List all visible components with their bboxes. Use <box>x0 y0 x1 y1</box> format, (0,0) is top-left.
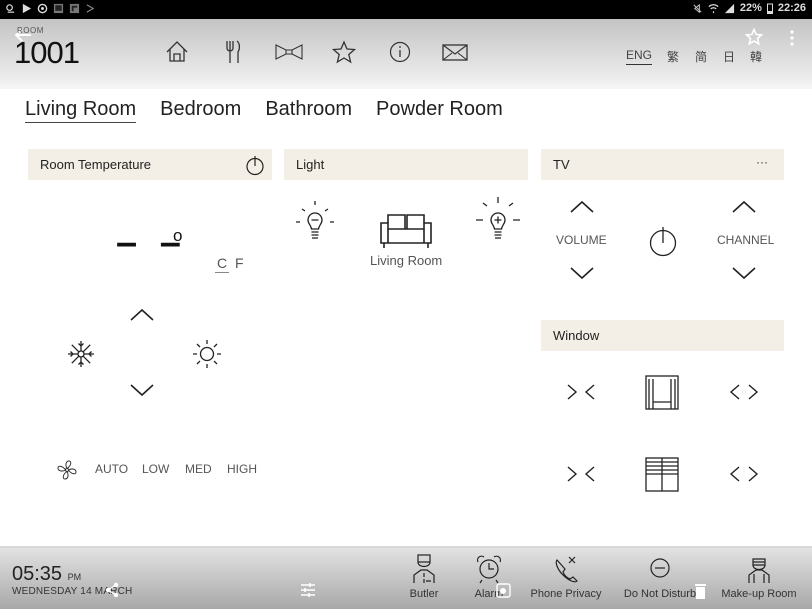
lang-eng[interactable]: ENG <box>626 48 653 65</box>
signal-icon <box>724 3 734 13</box>
temp-down-chevron-icon[interactable] <box>129 383 155 397</box>
blind-icon <box>645 457 679 492</box>
phone-privacy-icon <box>555 556 578 583</box>
fan-speed-low[interactable]: LOW <box>142 462 169 476</box>
makeup-room-button[interactable]: Make-up Room <box>716 554 802 600</box>
clock-time: 05:35 PM <box>12 563 81 586</box>
dining-icon[interactable] <box>220 39 246 65</box>
tab-bathroom[interactable]: Bathroom <box>265 98 352 123</box>
lang-korean[interactable]: 韓 <box>750 48 762 65</box>
mute-icon <box>693 3 702 13</box>
temp-up-chevron-icon[interactable] <box>129 308 155 322</box>
unit-fahrenheit[interactable]: F <box>235 255 244 271</box>
power-icon[interactable] <box>245 155 265 176</box>
battery-percent: 22% <box>739 2 762 14</box>
window-header: Window <box>541 320 784 351</box>
do-not-disturb-icon <box>650 558 670 578</box>
battery-icon <box>766 3 773 14</box>
channel-label: CHANNEL <box>717 233 775 247</box>
tab-bedroom[interactable]: Bedroom <box>160 98 241 123</box>
do-not-disturb-button[interactable]: Do Not Disturb <box>620 554 700 600</box>
unit-celsius[interactable]: C <box>215 255 230 273</box>
tv-title: TV <box>553 157 570 172</box>
bowtie-icon[interactable] <box>275 39 303 65</box>
room-temperature-title: Room Temperature <box>40 157 152 172</box>
light-dim-icon[interactable] <box>295 200 335 242</box>
lang-traditional-chinese[interactable]: 繁 <box>667 48 679 65</box>
sliders-icon[interactable] <box>300 583 316 597</box>
volume-label: VOLUME <box>556 233 607 247</box>
volume-down-chevron-icon[interactable] <box>569 266 595 280</box>
mail-icon[interactable] <box>441 39 469 65</box>
curtain-close-icon[interactable] <box>566 382 596 402</box>
channel-up-chevron-icon[interactable] <box>731 200 757 214</box>
status-bar: 22% 22:26 <box>0 0 812 19</box>
channel-down-chevron-icon[interactable] <box>731 266 757 280</box>
room-label: ROOM <box>17 26 44 35</box>
lang-simplified-chinese[interactable]: 简 <box>695 48 707 65</box>
home-icon[interactable] <box>164 39 190 65</box>
footer-bar: 05:35 PM WEDNESDAY 14 MARCH Butler Alarm… <box>0 546 812 609</box>
volume-up-chevron-icon[interactable] <box>569 200 595 214</box>
fan-speed-high[interactable]: HIGH <box>227 462 257 476</box>
room-temperature-header: Room Temperature <box>28 149 272 180</box>
light-brighten-icon[interactable] <box>474 196 522 242</box>
more-vert-icon[interactable] <box>787 29 797 47</box>
curtain-icon <box>645 375 679 410</box>
flipboard-icon <box>69 3 80 14</box>
fan-speed-auto[interactable]: AUTO <box>95 462 128 476</box>
light-header: Light <box>284 149 528 180</box>
degree-symbol: o <box>173 226 183 245</box>
makeup-room-icon <box>748 558 770 583</box>
light-zone-label: Living Room <box>370 253 443 268</box>
phone-privacy-label: Phone Privacy <box>530 588 602 600</box>
butler-label: Butler <box>409 588 439 600</box>
alarm-clock-icon <box>476 555 502 584</box>
phone-privacy-button[interactable]: Phone Privacy <box>526 554 606 600</box>
screenshot-icon[interactable] <box>496 583 511 598</box>
play-icon <box>22 3 32 14</box>
status-time: 22:26 <box>777 2 806 14</box>
clock-ampm: PM <box>67 572 82 582</box>
tv-header: TV <box>541 149 784 180</box>
light-title: Light <box>296 157 325 172</box>
room-number: 1001 <box>14 35 80 70</box>
weather-icon <box>6 4 15 13</box>
window-title: Window <box>553 328 600 343</box>
butler-button[interactable]: Butler <box>403 554 445 600</box>
star-icon[interactable] <box>331 39 357 65</box>
fan-icon <box>57 460 77 480</box>
lang-japanese[interactable]: 日 <box>723 48 735 65</box>
cast-icon <box>86 4 95 13</box>
curtain-open-icon[interactable] <box>729 382 759 402</box>
share-icon[interactable] <box>104 582 120 598</box>
sofa-icon[interactable] <box>380 212 432 250</box>
snowflake-icon[interactable] <box>66 339 96 369</box>
tab-powder-room[interactable]: Powder Room <box>376 98 503 123</box>
blind-open-icon[interactable] <box>729 464 759 484</box>
wifi-icon <box>708 3 719 13</box>
tv-power-icon[interactable] <box>648 225 678 257</box>
clock-time-value: 05:35 <box>12 563 63 585</box>
trash-icon[interactable] <box>694 583 707 599</box>
fan-speed-med[interactable]: MED <box>185 462 212 476</box>
do-not-disturb-label: Do Not Disturb <box>623 588 697 600</box>
image-icon <box>53 3 64 14</box>
blind-close-icon[interactable] <box>566 464 596 484</box>
sun-icon[interactable] <box>191 338 223 370</box>
bookmark-star-icon[interactable] <box>745 28 763 46</box>
makeup-room-label: Make-up Room <box>721 588 797 600</box>
tab-living-room[interactable]: Living Room <box>25 98 137 123</box>
room-tabs: Living Room Bedroom Bathroom Powder Room <box>25 98 503 123</box>
tv-more-button[interactable]: ··· <box>756 155 768 169</box>
header: ROOM 1001 ENG 繁 简 日 韓 <box>0 19 812 89</box>
sync-icon <box>37 3 48 14</box>
info-icon[interactable] <box>387 39 413 65</box>
butler-icon <box>413 554 435 583</box>
